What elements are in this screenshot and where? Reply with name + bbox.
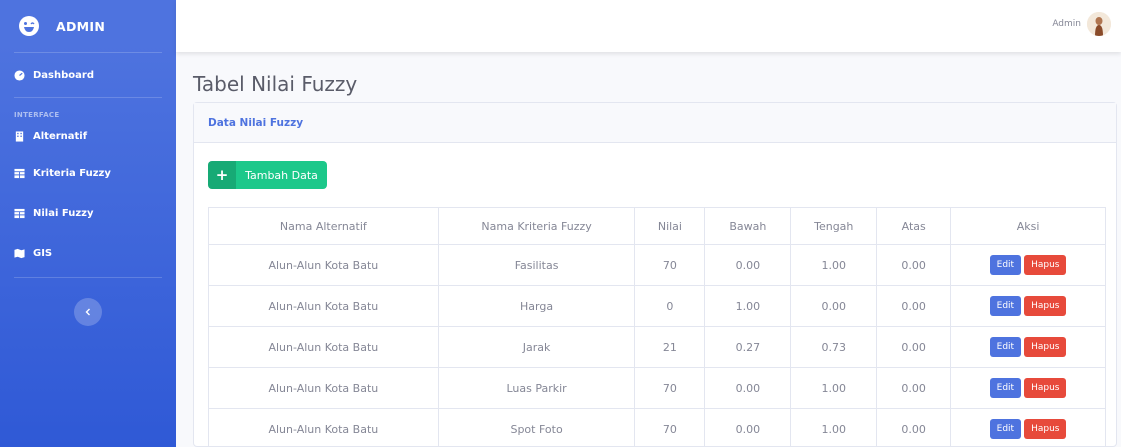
edit-button[interactable]: Edit <box>989 255 1022 275</box>
cell-upper: 0.00 <box>876 285 952 327</box>
fuzzy-value-table: Nama Alternatif Nama Kriteria Fuzzy Nila… <box>208 207 1106 447</box>
edit-button[interactable]: Edit <box>989 296 1022 316</box>
delete-button[interactable]: Hapus <box>1024 337 1067 357</box>
table-icon <box>14 168 25 178</box>
cell-middle: 0.73 <box>790 326 878 368</box>
cell-upper: 0.00 <box>876 408 952 447</box>
cell-upper: 0.00 <box>876 367 952 409</box>
cell-value: 0 <box>634 285 706 327</box>
cell-middle: 1.00 <box>790 367 878 409</box>
cell-alternative: Alun-Alun Kota Batu <box>208 285 439 327</box>
cell-middle: 1.00 <box>790 244 878 286</box>
sidebar-divider <box>14 277 162 278</box>
cell-value: 70 <box>634 244 706 286</box>
delete-button[interactable]: Hapus <box>1024 296 1067 316</box>
delete-button[interactable]: Hapus <box>1024 378 1067 398</box>
add-data-label: Tambah Data <box>245 168 318 182</box>
user-name: Admin <box>1052 19 1081 29</box>
sidebar-item-label: Kriteria Fuzzy <box>33 167 111 179</box>
card-title: Data Nilai Fuzzy <box>208 116 304 129</box>
sidebar-item-label: GIS <box>33 247 53 259</box>
cell-lower: 0.27 <box>704 326 792 368</box>
column-header: Nilai <box>634 207 706 245</box>
edit-button[interactable]: Edit <box>989 419 1022 439</box>
delete-button[interactable]: Hapus <box>1024 419 1067 439</box>
cell-criteria: Luas Parkir <box>437 367 636 409</box>
cell-middle: 1.00 <box>790 408 878 447</box>
topbar: Admin <box>176 0 1121 52</box>
cell-criteria: Spot Foto <box>437 408 636 447</box>
cell-alternative: Alun-Alun Kota Batu <box>208 244 439 286</box>
cell-lower: 0.00 <box>704 244 792 286</box>
cell-actions: Edit Hapus <box>950 285 1106 327</box>
table-header-row: Nama Alternatif Nama Kriteria Fuzzy Nila… <box>208 207 1106 245</box>
table-row: Alun-Alun Kota Batu Harga 0 1.00 0.00 0.… <box>208 285 1106 327</box>
cell-value: 21 <box>634 326 706 368</box>
sidebar-toggle-button[interactable] <box>74 298 102 326</box>
dashboard-icon <box>14 69 25 81</box>
cell-actions: Edit Hapus <box>950 326 1106 368</box>
edit-button[interactable]: Edit <box>989 337 1022 357</box>
sidebar-item-label: Alternatif <box>33 130 88 142</box>
delete-button[interactable]: Hapus <box>1024 255 1067 275</box>
add-data-button[interactable]: + Tambah Data <box>208 161 327 189</box>
column-header: Atas <box>876 207 952 245</box>
chevron-left-icon <box>85 308 90 316</box>
table-row: Alun-Alun Kota Batu Jarak 21 0.27 0.73 0… <box>208 326 1106 368</box>
cell-criteria: Fasilitas <box>437 244 636 286</box>
column-header: Tengah <box>790 207 878 245</box>
sidebar-item-nilai-fuzzy[interactable]: Nilai Fuzzy <box>0 193 176 233</box>
cell-value: 70 <box>634 367 706 409</box>
cell-actions: Edit Hapus <box>950 408 1106 447</box>
brand-name: ADMIN <box>56 18 106 34</box>
table-icon <box>14 208 25 218</box>
cell-actions: Edit Hapus <box>950 367 1106 409</box>
cell-alternative: Alun-Alun Kota Batu <box>208 408 439 447</box>
cell-criteria: Harga <box>437 285 636 327</box>
column-header: Nama Kriteria Fuzzy <box>437 207 636 245</box>
data-card: Data Nilai Fuzzy + Tambah Data Nama Alte… <box>193 102 1117 447</box>
cell-criteria: Jarak <box>437 326 636 368</box>
sidebar-brand[interactable]: ADMIN <box>0 0 176 52</box>
map-icon <box>14 248 25 258</box>
table-row: Alun-Alun Kota Batu Spot Foto 70 0.00 1.… <box>208 408 1106 447</box>
user-menu[interactable]: Admin <box>1052 12 1111 36</box>
sidebar: ADMIN Dashboard INTERFACE Alternatif Kri… <box>0 0 176 447</box>
building-icon <box>15 130 24 142</box>
edit-button[interactable]: Edit <box>989 378 1022 398</box>
cell-lower: 1.00 <box>704 285 792 327</box>
cell-alternative: Alun-Alun Kota Batu <box>208 326 439 368</box>
page-title: Tabel Nilai Fuzzy <box>193 72 358 96</box>
sidebar-heading: INTERFACE <box>14 111 60 119</box>
cell-lower: 0.00 <box>704 367 792 409</box>
column-header: Aksi <box>950 207 1106 245</box>
cell-upper: 0.00 <box>876 326 952 368</box>
avatar[interactable] <box>1087 12 1111 36</box>
column-header: Nama Alternatif <box>208 207 439 245</box>
cell-value: 70 <box>634 408 706 447</box>
cell-middle: 0.00 <box>790 285 878 327</box>
sidebar-item-kriteria-fuzzy[interactable]: Kriteria Fuzzy <box>0 153 176 193</box>
laugh-wink-icon <box>19 16 39 36</box>
sidebar-item-dashboard[interactable]: Dashboard <box>0 53 176 97</box>
sidebar-item-alternatif[interactable]: Alternatif <box>0 119 176 153</box>
cell-actions: Edit Hapus <box>950 244 1106 286</box>
plus-icon: + <box>208 161 236 189</box>
cell-upper: 0.00 <box>876 244 952 286</box>
sidebar-item-label: Dashboard <box>33 69 94 81</box>
user-avatar-icon <box>1087 12 1111 36</box>
table-row: Alun-Alun Kota Batu Luas Parkir 70 0.00 … <box>208 367 1106 409</box>
cell-alternative: Alun-Alun Kota Batu <box>208 367 439 409</box>
sidebar-item-label: Nilai Fuzzy <box>33 207 94 219</box>
table-row: Alun-Alun Kota Batu Fasilitas 70 0.00 1.… <box>208 244 1106 286</box>
card-header: Data Nilai Fuzzy <box>194 103 1116 143</box>
cell-lower: 0.00 <box>704 408 792 447</box>
sidebar-item-gis[interactable]: GIS <box>0 233 176 273</box>
column-header: Bawah <box>704 207 792 245</box>
